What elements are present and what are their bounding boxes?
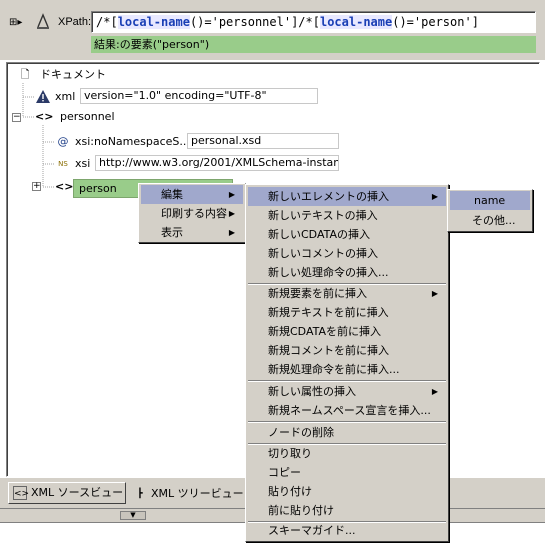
menu-item-insert-namespace[interactable]: 新規ネームスペース宣言を挿入... — [248, 401, 446, 420]
menu-item-print[interactable]: 印刷する内容 ▶ — [141, 204, 243, 223]
menu-item-label: 新しいCDATAの挿入 — [268, 228, 371, 241]
element-name-submenu: name その他... — [447, 189, 533, 232]
attribute-value[interactable]: personal.xsd — [187, 133, 339, 149]
element-icon: <> — [35, 110, 54, 123]
menu-item-label: 新規テキストを前に挿入 — [268, 306, 389, 319]
attribute-label: xsi:noNamespaceS... — [75, 135, 190, 148]
namespace-value[interactable]: http://www.w3.org/2001/XMLSchema-instanc… — [95, 155, 339, 171]
source-view-icon: <> — [13, 486, 29, 500]
collapse-arrow-icon[interactable]: ▼ — [120, 511, 146, 520]
attribute-icon: @ — [57, 135, 69, 148]
menu-item-insert-cdata[interactable]: 新しいCDATAの挿入 — [248, 225, 446, 244]
tab-xml-tree-view[interactable]: ┣ XML ツリービュー — [129, 484, 244, 506]
expand-toggle-icon[interactable]: ⊞▸ — [9, 16, 27, 30]
xpath-tool-icon[interactable] — [35, 13, 51, 31]
submenu-arrow-icon: ▶ — [431, 387, 438, 396]
submenu-arrow-icon: ▶ — [228, 209, 235, 218]
menu-item-insert-comment-before[interactable]: 新規コメントを前に挿入 — [248, 341, 446, 360]
menu-item-insert-cdata-before[interactable]: 新規CDATAを前に挿入 — [248, 322, 446, 341]
xpath-function: local-name — [117, 15, 190, 29]
menu-item-view[interactable]: 表示 ▶ — [141, 223, 243, 242]
tab-xml-source-view[interactable]: <> XML ソースビュー — [8, 482, 126, 504]
xpath-toolbar: ⊞▸ XPath: /*[local-name()='personnel']/*… — [0, 0, 545, 60]
xml-declaration-value[interactable]: version="1.0" encoding="UTF-8" — [80, 88, 318, 104]
xpath-result: 結果:の要素("person") — [91, 36, 536, 53]
menu-item-label: 前に貼り付け — [268, 504, 334, 517]
menu-item-label: 新規CDATAを前に挿入 — [268, 325, 382, 338]
menu-item-paste[interactable]: 貼り付け — [248, 482, 446, 501]
menu-item-cut[interactable]: 切り取り — [248, 444, 446, 463]
submenu-arrow-icon: ▶ — [228, 228, 235, 237]
namespace-icon: NS — [58, 160, 68, 168]
collapse-personnel-toggle[interactable]: − — [12, 113, 21, 122]
submenu-arrow-icon: ▶ — [228, 190, 235, 199]
menu-item-name[interactable]: name — [450, 191, 530, 210]
menu-item-label: 貼り付け — [268, 485, 312, 498]
menu-item-edit[interactable]: 編集 ▶ — [141, 185, 243, 204]
edit-submenu: 新しいエレメントの挿入 ▶ 新しいテキストの挿入 新しいCDATAの挿入 新しいコ… — [245, 184, 449, 542]
menu-item-paste-before[interactable]: 前に貼り付け — [248, 501, 446, 520]
xpath-input[interactable]: /*[local-name()='personnel']/*[local-nam… — [91, 11, 536, 33]
menu-item-label: その他... — [472, 214, 516, 227]
menu-item-label: 新しいコメントの挿入 — [268, 247, 378, 260]
expand-person-toggle[interactable]: + — [32, 182, 41, 191]
namespace-label: xsi — [75, 157, 91, 170]
menu-item-insert-attribute[interactable]: 新しい属性の挿入 ▶ — [248, 382, 446, 401]
menu-item-delete-node[interactable]: ノードの削除 — [248, 423, 446, 442]
menu-item-label: コピー — [268, 466, 301, 479]
person-element-label: person — [79, 182, 117, 195]
menu-item-insert-text[interactable]: 新しいテキストの挿入 — [248, 206, 446, 225]
tab-label: XML ツリービュー — [151, 487, 244, 500]
menu-item-label: name — [474, 194, 506, 207]
element-icon: <> — [55, 180, 74, 193]
menu-item-schema-guide[interactable]: スキーマガイド... — [248, 521, 446, 540]
warning-icon — [36, 90, 50, 103]
menu-item-label: 編集 — [161, 188, 183, 201]
personnel-element-label: personnel — [60, 110, 115, 123]
menu-item-label: 新規コメントを前に挿入 — [268, 344, 389, 357]
xpath-segment: ()='personnel']/*[ — [189, 15, 320, 29]
menu-item-insert-pi[interactable]: 新しい処理命令の挿入... — [248, 263, 446, 282]
tree-view-icon: ┣ — [137, 489, 143, 499]
context-menu: 編集 ▶ 印刷する内容 ▶ 表示 ▶ — [138, 183, 246, 243]
xpath-function: local-name — [319, 15, 393, 29]
document-label: ドキュメント — [40, 68, 106, 81]
xpath-segment: /*[ — [96, 15, 118, 29]
menu-item-copy[interactable]: コピー — [248, 463, 446, 482]
submenu-arrow-icon: ▶ — [431, 289, 438, 298]
menu-item-insert-text-before[interactable]: 新規テキストを前に挿入 — [248, 303, 446, 322]
menu-item-label: 切り取り — [268, 447, 312, 460]
menu-item-label: 表示 — [161, 226, 183, 239]
menu-item-insert-pi-before[interactable]: 新規処理命令を前に挿入... — [248, 360, 446, 379]
xml-declaration-label: xml — [55, 90, 76, 103]
menu-item-label: ノードの削除 — [268, 426, 334, 439]
menu-item-insert-comment[interactable]: 新しいコメントの挿入 — [248, 244, 446, 263]
menu-item-insert-element-before[interactable]: 新規要素を前に挿入 ▶ — [248, 284, 446, 303]
document-icon: 🗋 — [20, 68, 30, 81]
menu-item-label: 新しい処理命令の挿入... — [268, 266, 389, 279]
menu-item-label: スキーマガイド... — [268, 524, 356, 537]
xpath-label: XPath: — [58, 16, 92, 28]
menu-item-other[interactable]: その他... — [450, 211, 530, 230]
menu-item-insert-element[interactable]: 新しいエレメントの挿入 ▶ — [248, 187, 446, 206]
menu-item-label: 新規処理命令を前に挿入... — [268, 363, 400, 376]
menu-item-label: 新しいテキストの挿入 — [268, 209, 378, 222]
xpath-segment: ()='person'] — [392, 15, 479, 29]
submenu-arrow-icon: ▶ — [431, 192, 438, 201]
menu-item-label: 新規要素を前に挿入 — [268, 287, 367, 300]
menu-item-label: 新しいエレメントの挿入 — [268, 190, 389, 203]
menu-item-label: 新規ネームスペース宣言を挿入... — [268, 404, 431, 417]
menu-item-label: 印刷する内容 — [161, 207, 227, 220]
menu-item-label: 新しい属性の挿入 — [268, 385, 356, 398]
tab-label: XML ソースビュー — [31, 486, 124, 499]
